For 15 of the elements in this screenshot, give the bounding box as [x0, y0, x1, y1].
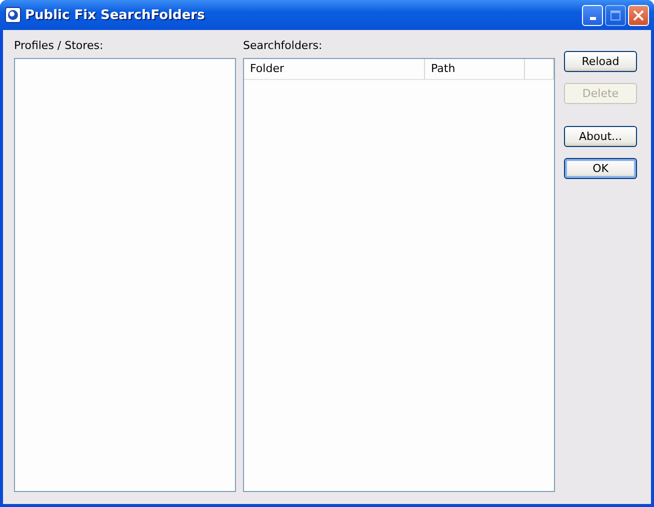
- window-title: Public Fix SearchFolders: [25, 8, 205, 22]
- column-header[interactable]: Path: [425, 59, 525, 79]
- searchfolders-list[interactable]: Folder Path: [243, 58, 555, 492]
- dialog-button[interactable]: OK: [564, 158, 637, 179]
- maximize-icon: [610, 10, 621, 20]
- minimize-icon: [590, 16, 596, 20]
- close-button[interactable]: [628, 4, 649, 26]
- dialog-button[interactable]: About...: [564, 126, 637, 147]
- dialog-button[interactable]: Reload: [564, 51, 637, 72]
- profiles-label: Profiles / Stores:: [14, 39, 104, 54]
- column-header[interactable]: Folder: [244, 59, 425, 79]
- searchfolders-label: Searchfolders:: [243, 39, 324, 54]
- close-icon: [633, 10, 644, 20]
- app-icon: [5, 7, 21, 23]
- minimize-button[interactable]: [582, 4, 603, 26]
